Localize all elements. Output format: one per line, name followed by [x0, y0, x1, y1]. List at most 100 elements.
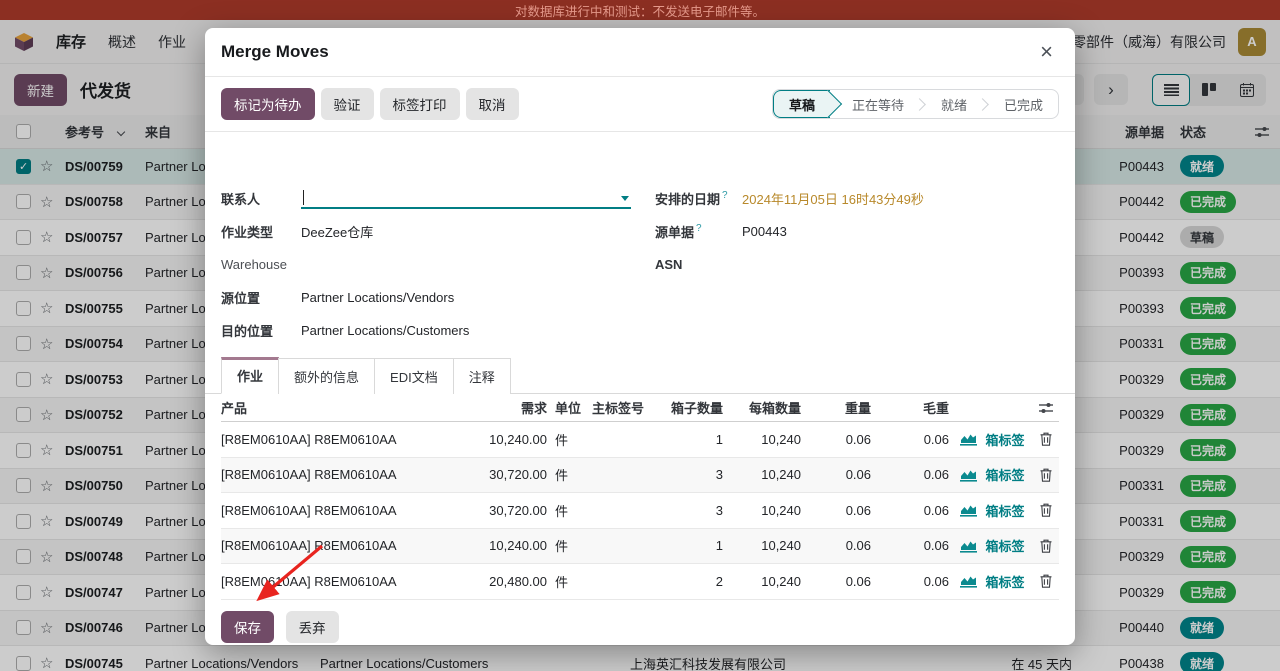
move-weight[interactable]: 0.06: [801, 432, 871, 447]
move-line-row[interactable]: [R8EM0610AA] R8EM0610AA 30,720.00 件 3 10…: [221, 493, 1059, 529]
tab-edi-documents[interactable]: EDI文档: [374, 358, 454, 394]
notebook-tabs: 作业 额外的信息 EDI文档 注释: [205, 357, 1075, 394]
box-label-link[interactable]: 箱标签: [977, 465, 1033, 484]
contact-input[interactable]: [301, 187, 631, 209]
forecast-chart-button[interactable]: [949, 503, 977, 517]
moves-table-body: [R8EM0610AA] R8EM0610AA 10,240.00 件 1 10…: [221, 422, 1059, 600]
delete-row-button[interactable]: [1033, 503, 1059, 517]
delete-row-button[interactable]: [1033, 468, 1059, 482]
move-unit: 件: [547, 501, 583, 520]
move-demand[interactable]: 10,240.00: [463, 432, 547, 447]
help-icon: ?: [696, 223, 702, 234]
mark-todo-button[interactable]: 标记为待办: [221, 88, 315, 120]
move-product[interactable]: [R8EM0610AA] R8EM0610AA: [221, 503, 463, 518]
move-gross-weight[interactable]: 0.06: [871, 503, 949, 518]
tab-notes[interactable]: 注释: [453, 358, 511, 394]
move-demand[interactable]: 30,720.00: [463, 467, 547, 482]
box-label-link[interactable]: 箱标签: [977, 572, 1033, 591]
move-per-box[interactable]: 10,240: [723, 574, 801, 589]
move-line-row[interactable]: [R8EM0610AA] R8EM0610AA 30,720.00 件 3 10…: [221, 458, 1059, 494]
move-gross-weight[interactable]: 0.06: [871, 574, 949, 589]
move-demand[interactable]: 30,720.00: [463, 503, 547, 518]
move-per-box[interactable]: 10,240: [723, 467, 801, 482]
area-chart-icon: [960, 503, 977, 517]
dropdown-caret-icon[interactable]: [621, 196, 629, 201]
area-chart-icon: [960, 539, 977, 553]
statusbar: 草稿 正在等待 就绪 已完成: [772, 89, 1059, 119]
move-boxes[interactable]: 1: [653, 538, 723, 553]
close-icon[interactable]: ×: [1040, 41, 1053, 63]
source-document-value[interactable]: P00443: [742, 224, 787, 239]
move-gross-weight[interactable]: 0.06: [871, 538, 949, 553]
move-line-row[interactable]: [R8EM0610AA] R8EM0610AA 10,240.00 件 1 10…: [221, 422, 1059, 458]
column-header-gross-weight[interactable]: 毛重: [871, 398, 949, 417]
source-document-label: 源单据?: [655, 222, 742, 241]
box-label-link[interactable]: 箱标签: [977, 430, 1033, 449]
forecast-chart-button[interactable]: [949, 539, 977, 553]
trash-icon: [1040, 574, 1052, 588]
move-unit: 件: [547, 430, 583, 449]
operation-type-value[interactable]: DeeZee仓库: [301, 222, 373, 241]
column-header-demand[interactable]: 需求: [463, 398, 547, 417]
tab-extra-info[interactable]: 额外的信息: [278, 358, 375, 394]
sliders-icon: [1039, 402, 1053, 414]
box-label-link[interactable]: 箱标签: [977, 501, 1033, 520]
discard-button[interactable]: 丢弃: [286, 611, 339, 643]
delete-row-button[interactable]: [1033, 432, 1059, 446]
move-boxes[interactable]: 1: [653, 432, 723, 447]
delete-row-button[interactable]: [1033, 574, 1059, 588]
optional-columns-button[interactable]: [1033, 402, 1059, 414]
source-location-value[interactable]: Partner Locations/Vendors: [301, 290, 454, 305]
move-per-box[interactable]: 10,240: [723, 432, 801, 447]
move-line-row[interactable]: [R8EM0610AA] R8EM0610AA 20,480.00 件 2 10…: [221, 564, 1059, 600]
cancel-button[interactable]: 取消: [466, 88, 519, 120]
contact-label: 联系人: [221, 189, 301, 208]
move-per-box[interactable]: 10,240: [723, 503, 801, 518]
scheduled-date-value[interactable]: 2024年11月05日 16时43分49秒: [742, 189, 924, 208]
forecast-chart-button[interactable]: [949, 468, 977, 482]
move-product[interactable]: [R8EM0610AA] R8EM0610AA: [221, 432, 463, 447]
move-product[interactable]: [R8EM0610AA] R8EM0610AA: [221, 574, 463, 589]
move-product[interactable]: [R8EM0610AA] R8EM0610AA: [221, 538, 463, 553]
save-button[interactable]: 保存: [221, 611, 274, 643]
column-header-weight[interactable]: 重量: [801, 398, 871, 417]
status-step-waiting[interactable]: 正在等待: [830, 90, 919, 118]
delete-row-button[interactable]: [1033, 539, 1059, 553]
column-header-unit[interactable]: 单位: [547, 398, 583, 417]
move-demand[interactable]: 10,240.00: [463, 538, 547, 553]
move-line-row[interactable]: [R8EM0610AA] R8EM0610AA 10,240.00 件 1 10…: [221, 529, 1059, 565]
move-boxes[interactable]: 2: [653, 574, 723, 589]
area-chart-icon: [960, 432, 977, 446]
tab-operations[interactable]: 作业: [221, 357, 279, 394]
move-weight[interactable]: 0.06: [801, 503, 871, 518]
scheduled-date-label: 安排的日期?: [655, 189, 742, 208]
forecast-chart-button[interactable]: [949, 432, 977, 446]
banner-text: 对数据库进行中和测试：不发送电子邮件等。: [515, 1, 765, 20]
move-product[interactable]: [R8EM0610AA] R8EM0610AA: [221, 467, 463, 482]
move-boxes[interactable]: 3: [653, 503, 723, 518]
box-label-link[interactable]: 箱标签: [977, 536, 1033, 555]
column-header-product[interactable]: 产品: [221, 398, 463, 417]
move-boxes[interactable]: 3: [653, 467, 723, 482]
status-step-done[interactable]: 已完成: [989, 90, 1058, 118]
move-gross-weight[interactable]: 0.06: [871, 467, 949, 482]
column-header-master-label[interactable]: 主标签号: [583, 398, 653, 417]
column-header-boxes[interactable]: 箱子数量: [653, 398, 723, 417]
status-step-ready[interactable]: 就绪: [926, 90, 982, 118]
move-gross-weight[interactable]: 0.06: [871, 432, 949, 447]
move-weight[interactable]: 0.06: [801, 574, 871, 589]
print-label-button[interactable]: 标签打印: [380, 88, 460, 120]
status-step-draft[interactable]: 草稿: [773, 90, 830, 118]
validate-button[interactable]: 验证: [321, 88, 374, 120]
dest-location-value[interactable]: Partner Locations/Customers: [301, 323, 469, 338]
trash-icon: [1040, 468, 1052, 482]
column-header-per-box[interactable]: 每箱数量: [723, 398, 801, 417]
move-weight[interactable]: 0.06: [801, 538, 871, 553]
trash-icon: [1040, 503, 1052, 517]
move-weight[interactable]: 0.06: [801, 467, 871, 482]
dialog-title: Merge Moves: [221, 42, 329, 62]
move-per-box[interactable]: 10,240: [723, 538, 801, 553]
area-chart-icon: [960, 574, 977, 588]
move-demand[interactable]: 20,480.00: [463, 574, 547, 589]
forecast-chart-button[interactable]: [949, 574, 977, 588]
